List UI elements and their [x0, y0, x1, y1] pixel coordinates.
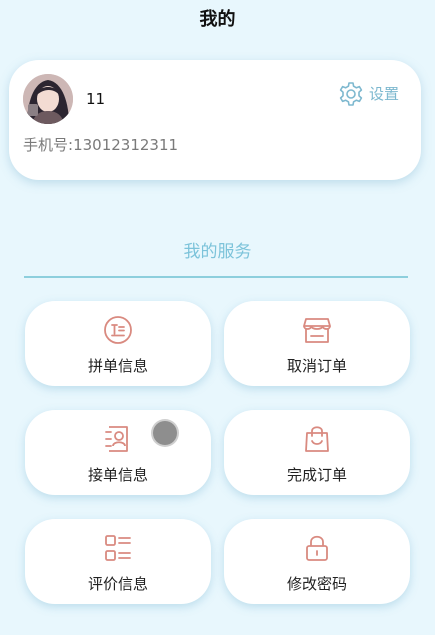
settings-button[interactable]: 设置: [338, 81, 399, 107]
gear-icon: [339, 82, 363, 106]
tile-group-order-info[interactable]: 拼单信息: [25, 301, 211, 386]
page-title: 我的: [199, 9, 236, 30]
tile-label: 接单信息: [87, 466, 148, 484]
tile-label: 完成订单: [286, 466, 347, 484]
tile-complete-order[interactable]: 完成订单: [224, 410, 410, 495]
tile-label: 取消订单: [286, 357, 347, 375]
phone-row: 手机号:13012312311: [23, 135, 178, 155]
text-bubble-icon: [104, 316, 132, 344]
tile-label: 评价信息: [87, 575, 148, 593]
storefront-icon: [303, 318, 331, 343]
shopping-bag-icon: [305, 426, 329, 452]
phone-number: 13012312311: [73, 136, 179, 154]
avatar[interactable]: [23, 74, 73, 124]
username: 11: [86, 90, 106, 108]
tile-label: 修改密码: [286, 575, 347, 593]
list-icon: [105, 535, 131, 561]
tile-review-info[interactable]: 评价信息: [25, 519, 211, 604]
tile-accept-order-info[interactable]: 接单信息: [25, 410, 211, 495]
section-title: 我的服务: [183, 242, 252, 262]
settings-label: 设置: [368, 85, 399, 103]
user-card-icon: [105, 426, 128, 452]
phone-label: 手机号:: [23, 136, 74, 154]
tile-cancel-order[interactable]: 取消订单: [224, 301, 410, 386]
profile-card: 11 设置 手机号:13012312311: [9, 60, 421, 180]
lock-icon: [306, 535, 328, 561]
tile-change-password[interactable]: 修改密码: [224, 519, 410, 604]
floating-assistive-button[interactable]: [153, 421, 177, 445]
tile-label: 拼单信息: [87, 357, 148, 375]
section-divider: [24, 276, 408, 278]
